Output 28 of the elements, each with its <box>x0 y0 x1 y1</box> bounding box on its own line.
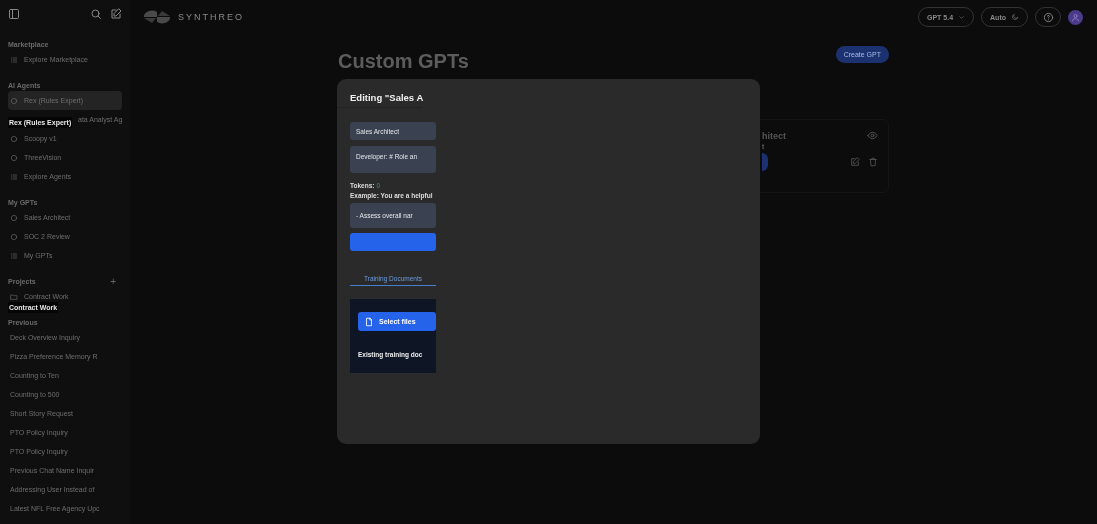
circle-icon <box>10 134 18 143</box>
user-icon <box>1071 12 1080 22</box>
list-icon <box>10 251 18 260</box>
logo-icon <box>142 10 172 24</box>
circle-icon <box>10 153 18 162</box>
list-icon <box>10 55 18 64</box>
chat-button[interactable] <box>762 153 768 171</box>
page-title: Custom GPTs <box>338 50 469 73</box>
card-title: hitect <box>762 130 786 141</box>
chevron-down-icon <box>958 13 966 21</box>
dialog-title: Editing "Sales A <box>350 92 424 103</box>
eye-icon[interactable] <box>867 130 878 141</box>
list-icon <box>10 172 18 181</box>
help-button[interactable] <box>1035 7 1061 27</box>
file-icon <box>364 316 374 327</box>
search-icon[interactable] <box>90 8 102 20</box>
moon-icon <box>1011 13 1019 21</box>
circle-icon <box>10 232 18 241</box>
folder-icon <box>10 292 18 301</box>
sidebar-toggle-icon[interactable] <box>8 8 20 20</box>
avatar[interactable] <box>1068 9 1083 25</box>
card-subtitle: t <box>762 142 765 151</box>
trash-icon[interactable] <box>868 157 878 167</box>
circle-icon <box>10 96 18 105</box>
logo-text: SYNTHREO <box>178 12 244 22</box>
add-project-button[interactable]: + <box>110 275 122 287</box>
edit-icon[interactable] <box>110 8 122 20</box>
circle-icon <box>10 213 18 222</box>
